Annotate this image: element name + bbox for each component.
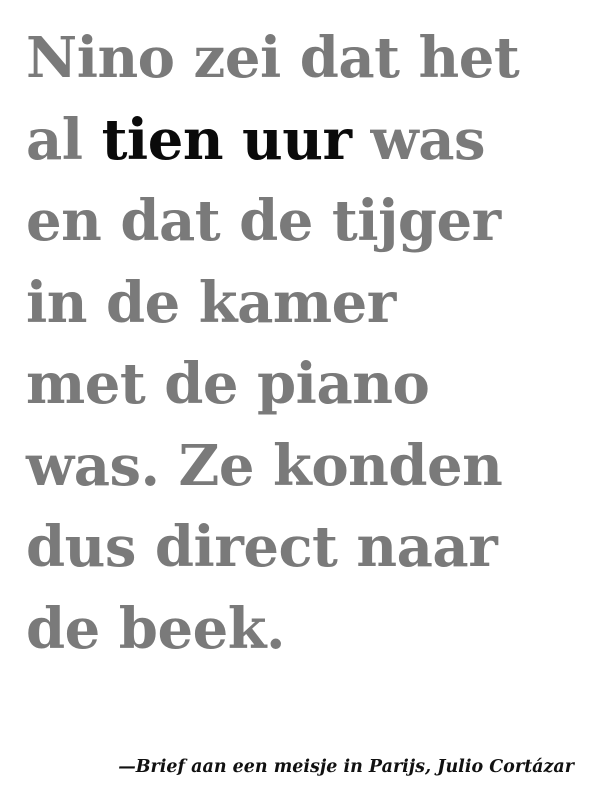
quote-line-3: en dat de tijger: [26, 181, 596, 263]
quote-line-7-text: dus direct naar: [26, 514, 498, 580]
quote-line-4: in de kamer: [26, 263, 596, 345]
quote-line-1-text: Nino zei dat het: [26, 25, 520, 91]
quote-emphasis: tien uur: [101, 106, 352, 173]
quote-line-2-text-after: was: [351, 106, 485, 173]
page: Nino zei dat het al tien uur was en dat …: [0, 0, 600, 800]
quote-line-8: de beek.: [26, 589, 596, 671]
quote-line-2-text-before: al: [26, 106, 102, 173]
quote-line-3-text: en dat de tijger: [26, 188, 501, 254]
quote-line-6-text: was. Ze konden: [26, 432, 503, 499]
quote-line-5-text: met de piano: [26, 351, 430, 417]
quote-line-4-text: in de kamer: [26, 269, 396, 336]
quote-line-7: dus direct naar: [26, 507, 596, 589]
quote-text: Nino zei dat het al tien uur was en dat …: [26, 18, 596, 670]
quote-line-6: was. Ze konden: [26, 426, 596, 508]
attribution: —Brief aan een meisje in Parijs, Julio C…: [118, 757, 574, 777]
quote-line-1: Nino zei dat het: [26, 18, 596, 100]
quote-line-2: al tien uur was: [26, 100, 596, 182]
quote-line-5: met de piano: [26, 344, 596, 426]
quote-line-8-text: de beek.: [26, 595, 286, 662]
